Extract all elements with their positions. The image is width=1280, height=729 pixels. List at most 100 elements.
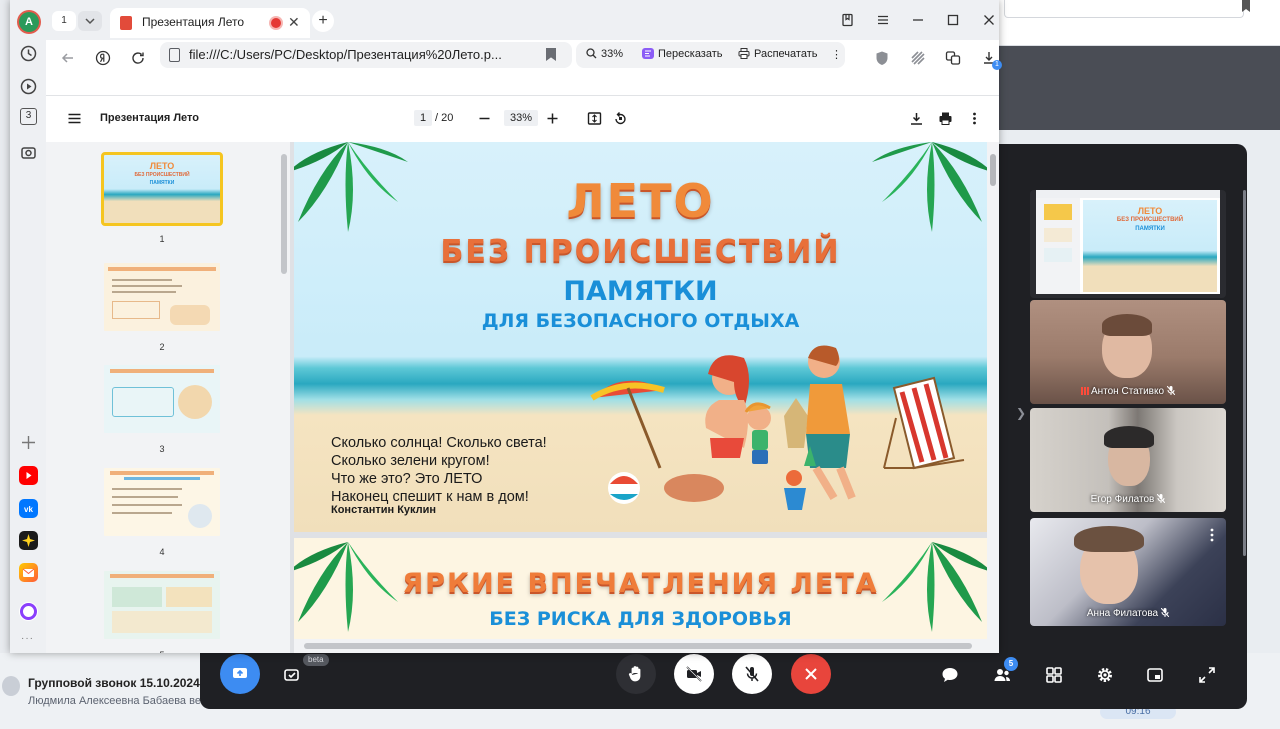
chevron-right-icon[interactable]: ❯ <box>1016 406 1026 420</box>
fullscreen-button[interactable] <box>1191 659 1223 691</box>
zoom-input[interactable]: 33% <box>504 110 538 126</box>
settings-button[interactable] <box>1089 659 1121 691</box>
new-tab-button[interactable]: + <box>312 10 334 32</box>
chat-last-message: Людмила Алексеевна Бабаева ве... <box>28 695 208 707</box>
thumbnail-page-3[interactable]: 3 <box>104 365 220 454</box>
thumbnail-page-2[interactable]: 2 <box>104 263 220 352</box>
page-actions: 33% Пересказать Распечатать ⋮ <box>576 42 845 68</box>
bookmark-icon[interactable] <box>1240 0 1252 12</box>
chat-title[interactable]: Групповой звонок 15.10.2024 <box>28 676 200 690</box>
magnifier-icon <box>586 48 597 59</box>
svg-text:vk: vk <box>24 505 33 514</box>
more-apps-icon[interactable]: ··· <box>21 633 34 644</box>
reload-icon <box>132 52 144 64</box>
minimize-icon <box>913 19 923 21</box>
zoom-out-button[interactable] <box>474 108 494 128</box>
vk-icon[interactable]: vk <box>19 499 38 518</box>
participant-tile-egor[interactable]: Егор Филатов <box>1030 408 1226 512</box>
download-icon <box>910 112 922 125</box>
participant-tile-anna[interactable]: Анна Филатова <box>1030 518 1226 626</box>
pdf-more-button[interactable] <box>964 108 984 128</box>
print-label: Распечатать <box>754 48 818 60</box>
pdf-menu-button[interactable] <box>64 108 84 128</box>
close-tab-icon[interactable]: ✕ <box>288 14 300 31</box>
bookmark-icon[interactable] <box>546 48 556 61</box>
slide-title-line-2: БЕЗ ПРОИСШЕСТВИЙ <box>440 234 841 269</box>
effects-button[interactable] <box>276 659 308 691</box>
history-button[interactable] <box>18 43 38 63</box>
zoom-in-button[interactable] <box>542 108 562 128</box>
tab-list-button[interactable] <box>78 11 102 31</box>
microphone-toggle-button[interactable] <box>732 654 772 694</box>
close-window-button[interactable] <box>976 8 1002 32</box>
background-topbar <box>998 0 1280 46</box>
more-vertical-icon <box>972 112 976 124</box>
share-screen-button[interactable] <box>220 654 260 694</box>
screenshot-button[interactable] <box>18 142 38 162</box>
chat-avatar[interactable] <box>2 676 20 696</box>
background-left-strip <box>0 0 10 729</box>
hang-up-button[interactable] <box>791 654 831 694</box>
main-scrollbar[interactable] <box>990 154 996 186</box>
print-page-button[interactable]: Распечатать <box>738 48 817 60</box>
youtube-icon[interactable] <box>19 466 38 485</box>
tab-presentation[interactable]: Презентация Лето ✕ <box>110 8 310 38</box>
participant-name: Анна Филатова <box>1086 608 1159 619</box>
rotate-button[interactable] <box>610 108 630 128</box>
participant-tile-anton[interactable]: Антон Стативко <box>1030 300 1226 404</box>
back-button[interactable] <box>54 44 82 72</box>
protect-button[interactable] <box>868 44 896 72</box>
thumbnail-scrollbar[interactable] <box>281 154 287 274</box>
camera-off-icon <box>686 666 702 682</box>
thumbnail-page-1[interactable]: ЛЕТО БЕЗ ПРОИСШЕСТВИЙ ПАМЯТКИ 1 <box>101 152 223 244</box>
alice-icon[interactable] <box>19 602 38 621</box>
thumbnail-page-number: 3 <box>159 444 165 454</box>
media-button[interactable] <box>18 76 38 96</box>
zoom-indicator[interactable]: 33% <box>586 48 623 60</box>
adblock-button[interactable] <box>904 44 932 72</box>
screen-share-tile[interactable]: ЛЕТО БЕЗ ПРОИСШЕСТВИЙ ПАМЯТКИ <box>1030 190 1226 298</box>
yandex-button[interactable] <box>89 44 117 72</box>
yandex-logo-icon <box>95 50 111 66</box>
background-search-field[interactable] <box>1004 0 1244 18</box>
menu-button[interactable] <box>870 8 896 32</box>
picture-in-picture-button[interactable] <box>1139 659 1171 691</box>
zoom-text: 33% <box>601 48 624 60</box>
thumbnail-page-5[interactable]: 5 <box>104 571 220 653</box>
profile-avatar[interactable]: A <box>19 12 39 32</box>
fit-page-button[interactable] <box>584 108 604 128</box>
camera-toggle-button[interactable] <box>674 654 714 694</box>
add-app-button[interactable] <box>18 432 38 452</box>
page-number-input[interactable]: 1 <box>414 110 432 126</box>
collections-button[interactable] <box>835 8 861 32</box>
effects-icon <box>284 669 299 681</box>
arrow-left-icon <box>61 53 73 63</box>
chat-button[interactable] <box>934 659 966 691</box>
participants-count-badge: 5 <box>1004 657 1018 671</box>
translate-button[interactable] <box>939 44 967 72</box>
more-actions-icon[interactable]: ⋮ <box>831 48 842 61</box>
downloads-button[interactable]: 1 <box>975 44 1003 72</box>
reload-button[interactable] <box>124 44 152 72</box>
poem-line: Что же это? Это ЛЕТО <box>331 471 483 487</box>
address-bar[interactable]: file:///C:/Users/PC/Desktop/Презентация%… <box>160 42 572 68</box>
retell-button[interactable]: Пересказать <box>642 48 723 60</box>
tab-groups-button[interactable]: 3 <box>20 108 37 125</box>
more-options-icon[interactable] <box>1210 528 1214 542</box>
download-pdf-button[interactable] <box>906 108 926 128</box>
mail-icon[interactable] <box>19 563 38 582</box>
thumbnail-page-4[interactable]: 4 <box>104 468 220 557</box>
maximize-button[interactable] <box>940 8 966 32</box>
close-icon <box>805 668 817 680</box>
tab-counter-button[interactable]: 1 <box>52 11 76 31</box>
participant-list-scrollbar[interactable] <box>1243 190 1246 556</box>
print-pdf-button[interactable] <box>935 108 955 128</box>
printer-icon <box>738 48 750 59</box>
zen-icon[interactable] <box>19 531 38 550</box>
raise-hand-button[interactable] <box>616 654 656 694</box>
page-total: / 20 <box>435 112 454 124</box>
shield-icon <box>876 51 888 65</box>
horizontal-scrollbar[interactable] <box>294 639 987 653</box>
minimize-button[interactable] <box>905 8 931 32</box>
layout-grid-button[interactable] <box>1038 659 1070 691</box>
